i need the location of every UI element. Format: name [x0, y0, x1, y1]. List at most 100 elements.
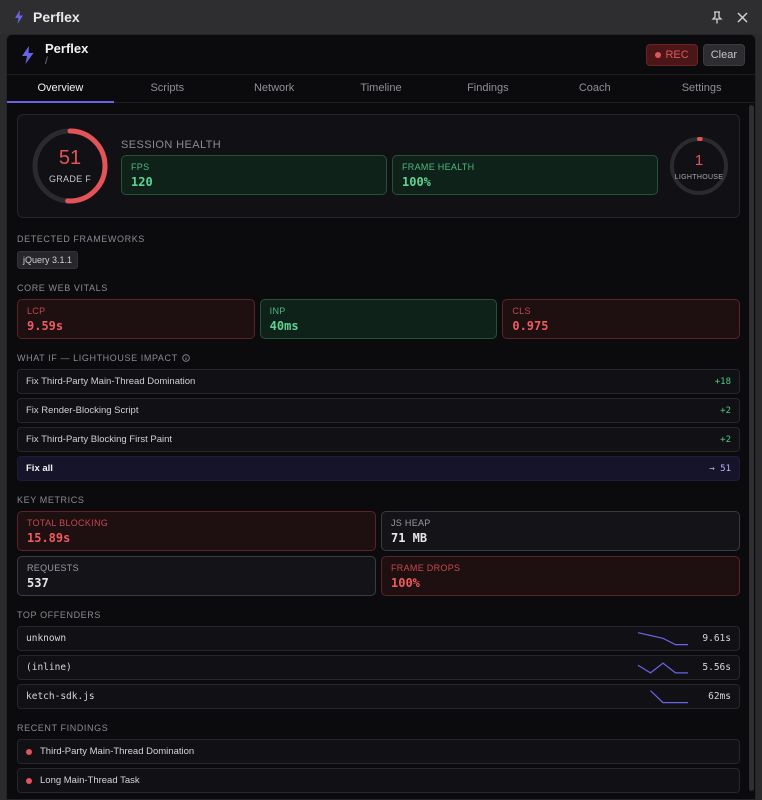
metric-js-heap: JS HEAP 71 MB	[381, 511, 740, 551]
fps-label: FPS	[131, 162, 150, 172]
finding-row[interactable]: Third-Party Main-Thread Domination	[17, 739, 740, 764]
whatif-title: WHAT IF — LIGHTHOUSE IMPACT	[17, 353, 178, 363]
metric-label: REQUESTS	[27, 563, 79, 573]
whatif-title-row: WHAT IF — LIGHTHOUSE IMPACT	[17, 353, 749, 363]
clear-button[interactable]: Clear	[702, 43, 745, 66]
tab-network[interactable]: Network	[221, 75, 328, 102]
whatif-item-delta: +2	[720, 405, 731, 416]
tab-settings[interactable]: Settings	[648, 75, 755, 102]
offender-row[interactable]: unknown 9.61s	[17, 626, 740, 651]
bolt-icon	[15, 10, 23, 24]
fix-all-value: → 51	[709, 463, 731, 474]
fps-value: 120	[131, 175, 153, 189]
metric-value: 15.89s	[27, 531, 71, 545]
health-grade: GRADE F	[48, 174, 92, 184]
whatif-item[interactable]: Fix Third-Party Blocking First Paint +2	[17, 427, 740, 452]
rec-button-label: REC	[665, 48, 689, 61]
vital-label: CLS	[512, 306, 531, 316]
window-title: Perflex	[33, 9, 80, 25]
metric-value: 100%	[391, 576, 420, 590]
vital-label: INP	[269, 306, 286, 316]
devtools-panel: Perflex / REC Clear Overview Scripts Net…	[6, 34, 756, 800]
metric-label: FRAME DROPS	[391, 563, 461, 573]
app-name-block: Perflex /	[45, 41, 89, 68]
vital-value: 40ms	[269, 319, 299, 333]
offender-time: 62ms	[708, 691, 731, 702]
recent-findings-title: RECENT FINDINGS	[17, 723, 109, 733]
metric-label: JS HEAP	[391, 518, 431, 528]
whatif-item[interactable]: Fix Third-Party Main-Thread Domination +…	[17, 369, 740, 394]
metric-value: 537	[27, 576, 49, 590]
close-icon[interactable]	[737, 11, 748, 23]
metric-label: TOTAL BLOCKING	[27, 518, 109, 528]
vital-inp: INP 40ms	[259, 299, 498, 339]
lighthouse-ring: 1 LIGHTHOUSE	[669, 136, 729, 196]
offender-name: (inline)	[26, 662, 72, 673]
metric-total-blocking: TOTAL BLOCKING 15.89s	[17, 511, 376, 551]
lighthouse-score: 1	[694, 152, 704, 169]
page-path: /	[45, 56, 48, 67]
whatif-item-label: Fix Third-Party Blocking First Paint	[26, 434, 173, 445]
frame-health-label: FRAME HEALTH	[402, 162, 475, 172]
whatif-item[interactable]: Fix Render-Blocking Script +2	[17, 398, 740, 423]
whatif-item-delta: +2	[720, 434, 731, 445]
lighthouse-label: LIGHTHOUSE	[674, 174, 724, 181]
metric-frame-drops: FRAME DROPS 100%	[381, 556, 740, 596]
finding-label: Long Main-Thread Task	[40, 775, 140, 786]
severity-dot-icon	[26, 777, 32, 784]
rec-button[interactable]: REC	[646, 43, 698, 66]
tab-coach[interactable]: Coach	[541, 75, 648, 102]
metric-requests: REQUESTS 537	[17, 556, 376, 596]
fps-box: FPS 120	[121, 155, 387, 195]
health-score: 51	[58, 147, 82, 169]
vital-value: 0.975	[512, 319, 549, 333]
grade-ring: 51 GRADE F	[31, 127, 109, 205]
frame-health-value: 100%	[402, 175, 431, 189]
info-icon[interactable]	[181, 354, 190, 362]
tab-findings[interactable]: Findings	[434, 75, 541, 102]
vitals-row: LCP 9.59s INP 40ms CLS 0.975	[17, 299, 741, 339]
severity-dot-icon	[26, 748, 32, 755]
whatif-item-label: Fix Third-Party Main-Thread Domination	[26, 376, 196, 387]
offender-time: 5.56s	[702, 662, 731, 673]
sparkline-chart	[650, 689, 688, 703]
overview-content: 51 GRADE F SESSION HEALTH FPS 120 FRAME …	[7, 104, 749, 799]
session-health-card: 51 GRADE F SESSION HEALTH FPS 120 FRAME …	[17, 114, 740, 218]
whatif-item-label: Fix Render-Blocking Script	[26, 405, 139, 416]
vital-cls: CLS 0.975	[502, 299, 741, 339]
rec-dot-icon	[655, 51, 662, 58]
scrollbar[interactable]	[749, 105, 754, 791]
tab-overview[interactable]: Overview	[7, 75, 114, 103]
key-metrics-grid: TOTAL BLOCKING 15.89s JS HEAP 71 MB REQU…	[17, 511, 740, 596]
fix-all-label: Fix all	[26, 463, 53, 474]
key-metrics-title: KEY METRICS	[17, 495, 85, 505]
tab-scripts[interactable]: Scripts	[114, 75, 221, 102]
finding-row[interactable]: Long Main-Thread Task	[17, 768, 740, 793]
whatif-item-delta: +18	[714, 376, 731, 387]
offender-row[interactable]: ketch-sdk.js 62ms	[17, 684, 740, 709]
framework-chip: jQuery 3.1.1	[17, 251, 79, 269]
app-name: Perflex	[45, 41, 89, 56]
session-health-title: SESSION HEALTH	[121, 139, 222, 151]
metric-value: 71 MB	[391, 531, 428, 545]
window-titlebar: Perflex	[0, 0, 762, 34]
sparkline-chart	[637, 661, 688, 674]
offender-time: 9.61s	[702, 633, 731, 644]
perflex-logo-icon	[22, 45, 34, 64]
sparkline-chart	[637, 631, 688, 645]
pin-icon[interactable]	[711, 10, 723, 24]
offenders-title: TOP OFFENDERS	[17, 610, 101, 620]
offender-name: unknown	[26, 633, 67, 644]
tab-timeline[interactable]: Timeline	[328, 75, 435, 102]
frame-health-box: FRAME HEALTH 100%	[392, 155, 658, 195]
fix-all-row[interactable]: Fix all → 51	[17, 456, 740, 481]
offender-row[interactable]: (inline) 5.56s	[17, 655, 740, 680]
vital-label: LCP	[27, 306, 46, 316]
finding-label: Third-Party Main-Thread Domination	[40, 746, 195, 757]
vitals-title: CORE WEB VITALS	[17, 283, 108, 293]
tab-bar: Overview Scripts Network Timeline Findin…	[7, 75, 755, 103]
panel-header: Perflex / REC Clear	[7, 35, 755, 75]
frameworks-title: DETECTED FRAMEWORKS	[17, 234, 145, 244]
vital-value: 9.59s	[27, 319, 64, 333]
offender-name: ketch-sdk.js	[26, 691, 95, 702]
